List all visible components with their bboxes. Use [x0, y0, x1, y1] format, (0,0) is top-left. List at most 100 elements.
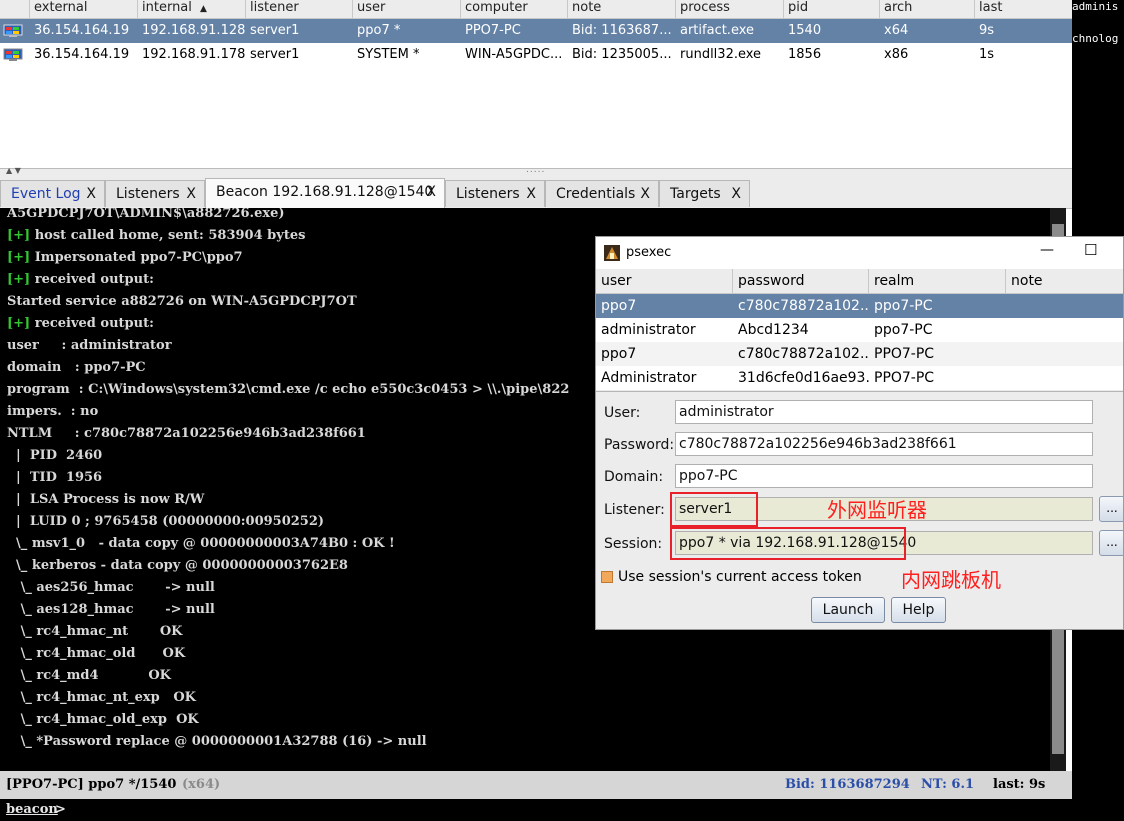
cell-realm: PPO7-PC: [874, 370, 935, 386]
drag-handle-icon[interactable]: .....: [526, 165, 545, 175]
cell-user: Administrator: [601, 370, 697, 386]
console-line: | LUID 0 ; 9765458 (00000000:00950252): [7, 511, 324, 533]
cell-arch: x86: [884, 47, 909, 62]
console-line-tag: [+]: [7, 272, 31, 287]
console-line: impers. : no: [7, 401, 98, 423]
maximize-icon[interactable]: ☐: [1084, 241, 1097, 259]
status-last: last: 9s: [993, 777, 1046, 792]
cell-listener: server1: [250, 47, 300, 62]
session-annotation: 内网跳板机: [901, 568, 1001, 592]
console-line: \_ msv1_0 - data copy @ 00000000003A74B0…: [7, 533, 395, 555]
console-line-text: \_ aes256_hmac -> null: [7, 580, 215, 595]
session-row[interactable]: 36.154.164.19 192.168.91.128 server1 ppo…: [0, 19, 1072, 43]
console-line: user : administrator: [7, 335, 172, 357]
prompt-label: beacon: [6, 802, 58, 817]
session-row[interactable]: 36.154.164.19 192.168.91.178 server1 SYS…: [0, 43, 1072, 67]
column-header-external[interactable]: external: [30, 0, 138, 18]
sort-ascending-icon: ▲: [200, 4, 207, 14]
session-browse-button[interactable]: ...: [1099, 530, 1123, 556]
minimize-icon[interactable]: —: [1040, 242, 1054, 258]
console-line-text: Started service a882726 on WIN-A5GPDCPJ7…: [7, 294, 357, 309]
column-header-listener[interactable]: listener: [246, 0, 353, 18]
collapse-arrows-icon[interactable]: ▲ ▼: [6, 166, 21, 175]
cell-note: [1006, 342, 1123, 366]
cell-external: 36.154.164.19: [34, 47, 130, 62]
console-line-text: user : administrator: [7, 338, 172, 353]
tab-close-icon[interactable]: X: [426, 179, 436, 206]
tab-close-icon[interactable]: X: [640, 181, 650, 208]
tab-close-icon[interactable]: X: [186, 181, 196, 208]
cell-realm: ppo7-PC: [874, 322, 933, 338]
column-header-computer[interactable]: computer: [461, 0, 568, 18]
tab-close-icon[interactable]: X: [731, 181, 741, 208]
tab-listeners-2[interactable]: Listeners X: [445, 180, 545, 207]
column-header-realm[interactable]: realm: [869, 269, 1006, 293]
tab-close-icon[interactable]: X: [526, 181, 536, 208]
column-header-icon[interactable]: [0, 0, 30, 18]
password-field[interactable]: c780c78872a102256e946b3ad238f661: [675, 432, 1093, 456]
access-token-checkbox[interactable]: [601, 571, 613, 583]
domain-field[interactable]: ppo7-PC: [675, 464, 1093, 488]
dialog-titlebar[interactable]: psexec — ☐: [596, 237, 1123, 269]
tab-credentials[interactable]: Credentials X: [545, 180, 659, 207]
cell-password: 31d6cfe0d16ae93...: [738, 370, 869, 386]
cell-pid: 1856: [788, 47, 822, 62]
console-line: \_ rc4_hmac_nt_exp OK: [7, 687, 196, 709]
console-line: Started service a882726 on WIN-A5GPDCPJ7…: [7, 291, 357, 313]
console-line: [+] received output:: [7, 313, 154, 335]
console-line: \_ aes256_hmac -> null: [7, 577, 215, 599]
tab-listeners[interactable]: Listeners X: [105, 180, 205, 207]
column-header-note[interactable]: note: [1006, 269, 1123, 293]
user-field[interactable]: administrator: [675, 400, 1093, 424]
column-header-process[interactable]: process: [676, 0, 784, 18]
help-button[interactable]: Help: [891, 597, 946, 623]
cell-note: [1006, 366, 1123, 390]
console-line-text: \_ rc4_hmac_old_exp OK: [7, 712, 199, 727]
column-header-user[interactable]: user: [596, 269, 733, 293]
console-line-text: \_ *Password replace @ 0000000001A32788 …: [7, 734, 427, 749]
console-line-text: \_ kerberos - data copy @ 00000000003762…: [7, 558, 348, 573]
console-line-text: host called home, sent: 583904 bytes: [30, 228, 306, 243]
console-line-text: | LSA Process is now R/W: [7, 492, 205, 507]
credential-row[interactable]: administrator Abcd1234 ppo7-PC: [596, 318, 1123, 342]
cobalt-strike-icon: [604, 245, 620, 261]
credential-row[interactable]: ppo7 c780c78872a102... PPO7-PC: [596, 342, 1123, 366]
console-line: domain : ppo7-PC: [7, 357, 146, 379]
console-line: \_ aes128_hmac -> null: [7, 599, 215, 621]
tab-beacon[interactable]: Beacon 192.168.91.128@1540 X: [205, 178, 445, 208]
cell-note: Bid: 1235005...: [572, 47, 672, 62]
user-label: User:: [604, 405, 641, 421]
column-header-user[interactable]: user: [353, 0, 461, 18]
console-line-text: program : C:\Windows\system32\cmd.exe /c…: [7, 382, 570, 397]
listener-browse-button[interactable]: ...: [1099, 496, 1123, 522]
column-header-last[interactable]: last: [975, 0, 1072, 18]
column-header-pid[interactable]: pid: [784, 0, 880, 18]
cell-arch: x64: [884, 23, 909, 38]
console-line: \_ kerberos - data copy @ 00000000003762…: [7, 555, 348, 577]
dialog-title: psexec: [626, 245, 672, 260]
console-line-text: \_ rc4_hmac_old OK: [7, 646, 186, 661]
cell-password: c780c78872a102...: [738, 298, 869, 314]
beacon-command-input[interactable]: beacon >: [0, 799, 1072, 821]
cell-computer: WIN-A5GPDC...: [465, 47, 563, 62]
tab-close-icon[interactable]: X: [86, 181, 96, 208]
console-line-text: \_ rc4_hmac_nt_exp OK: [7, 690, 196, 705]
column-header-internal[interactable]: internal ▲: [138, 0, 246, 18]
cell-process: rundll32.exe: [680, 47, 762, 62]
windows-monitor-icon: [3, 48, 23, 61]
cell-password: Abcd1234: [738, 322, 809, 338]
launch-button[interactable]: Launch: [811, 597, 885, 623]
cell-process: artifact.exe: [680, 23, 755, 38]
console-line-text: \_ rc4_md4 OK: [7, 668, 171, 683]
tab-event-log[interactable]: Event Log X: [0, 180, 105, 207]
credential-row[interactable]: Administrator 31d6cfe0d16ae93... PPO7-PC: [596, 366, 1123, 390]
column-header-password[interactable]: password: [733, 269, 869, 293]
tab-targets[interactable]: Targets X: [659, 180, 750, 207]
column-header-note[interactable]: note: [568, 0, 676, 18]
cell-internal: 192.168.91.128: [142, 23, 246, 38]
console-line-text: received output:: [30, 316, 154, 331]
credential-row[interactable]: ppo7 c780c78872a102... ppo7-PC: [596, 294, 1123, 318]
console-line: \_ rc4_hmac_old_exp OK: [7, 709, 199, 731]
console-line: \_ rc4_hmac_nt OK: [7, 621, 183, 643]
column-header-arch[interactable]: arch: [880, 0, 975, 18]
